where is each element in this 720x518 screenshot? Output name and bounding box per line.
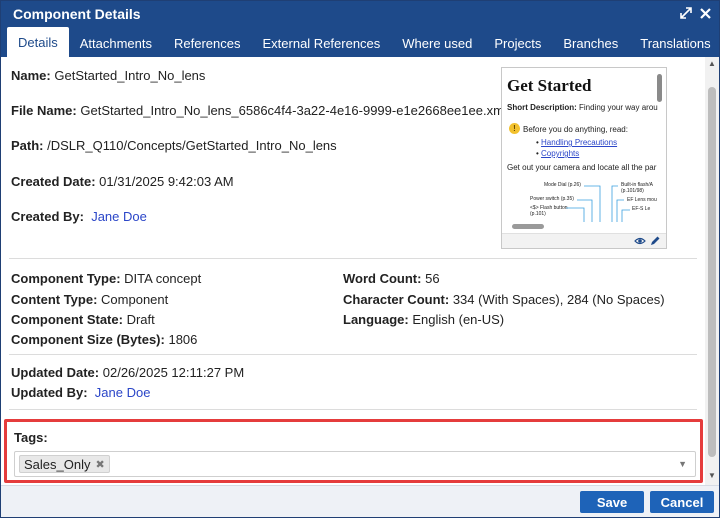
character-count-field: Character Count: 334 (With Spaces), 284 … bbox=[343, 292, 665, 307]
path-value: /DSLR_Q110/Concepts/GetStarted_Intro_No_… bbox=[47, 138, 337, 153]
tab-attachments[interactable]: Attachments bbox=[69, 29, 163, 57]
chevron-down-icon[interactable]: ▼ bbox=[678, 459, 687, 469]
file-name-label: File Name: bbox=[11, 103, 77, 118]
language-label: Language: bbox=[343, 312, 409, 327]
path-field: Path: /DSLR_Q110/Concepts/GetStarted_Int… bbox=[11, 138, 337, 153]
preview-body-text: Get out your camera and locate all the p… bbox=[507, 163, 657, 172]
preview-toolbar bbox=[502, 233, 666, 248]
word-count-label: Word Count: bbox=[343, 271, 422, 286]
preview-link-item: • Handling Precautions bbox=[536, 138, 618, 147]
created-date-label: Created Date: bbox=[11, 174, 96, 189]
tab-where-used[interactable]: Where used bbox=[391, 29, 483, 57]
component-type-field: Component Type: DITA concept bbox=[11, 271, 201, 286]
content-type-label: Content Type: bbox=[11, 292, 98, 307]
preview-title: Get Started bbox=[507, 76, 592, 95]
scroll-up-icon[interactable]: ▲ bbox=[708, 59, 716, 68]
tab-external-references[interactable]: External References bbox=[252, 29, 392, 57]
divider bbox=[9, 409, 697, 410]
file-name-value: GetStarted_Intro_No_lens_6586c4f4-3a22-4… bbox=[80, 103, 507, 118]
updated-by-field: Updated By: Jane Doe bbox=[11, 385, 150, 400]
preview-link-item: • Copyrights bbox=[536, 149, 580, 158]
title-bar: Component Details bbox=[1, 1, 719, 27]
remove-tag-icon[interactable]: ✖ bbox=[95, 458, 104, 471]
preview-link-handling-precautions[interactable]: Handling Precautions bbox=[541, 138, 617, 147]
updated-date-field: Updated Date: 02/26/2025 12:11:27 PM bbox=[11, 365, 244, 380]
updated-by-label: Updated By: bbox=[11, 385, 88, 400]
component-size-value: 1806 bbox=[168, 332, 198, 347]
component-size-label: Component Size (Bytes): bbox=[11, 332, 165, 347]
pencil-icon[interactable] bbox=[649, 235, 661, 248]
tab-translations[interactable]: Translations bbox=[629, 29, 720, 57]
window-controls bbox=[680, 7, 711, 21]
language-field: Language: English (en-US) bbox=[343, 312, 504, 327]
name-field: Name: GetStarted_Intro_No_lens bbox=[11, 68, 205, 83]
cancel-button[interactable]: Cancel bbox=[650, 491, 714, 513]
component-preview: Get Started Short Description: Finding y… bbox=[501, 67, 667, 249]
updated-date-label: Updated Date: bbox=[11, 365, 100, 380]
created-by-user-link[interactable]: Jane Doe bbox=[91, 209, 147, 224]
word-count-value: 56 bbox=[425, 271, 440, 286]
created-by-field: Created By: Jane Doe bbox=[11, 209, 147, 224]
word-count-field: Word Count: 56 bbox=[343, 271, 440, 286]
component-details-dialog: Component Details Details Attachments Re… bbox=[0, 0, 720, 518]
name-value: GetStarted_Intro_No_lens bbox=[54, 68, 206, 83]
details-panel: Name: GetStarted_Intro_No_lens File Name… bbox=[1, 57, 705, 485]
tags-section: Tags: Sales_Only ✖ ▼ bbox=[4, 419, 703, 483]
tag-chip-label: Sales_Only bbox=[24, 456, 91, 472]
tag-chip: Sales_Only ✖ bbox=[19, 455, 110, 473]
tab-bar: Details Attachments References External … bbox=[1, 27, 719, 57]
component-state-field: Component State: Draft bbox=[11, 312, 155, 327]
component-state-value: Draft bbox=[126, 312, 155, 327]
created-date-value: 01/31/2025 9:42:03 AM bbox=[99, 174, 234, 189]
language-value: English (en-US) bbox=[412, 312, 505, 327]
preview-horizontal-scrollbar[interactable] bbox=[512, 224, 544, 229]
divider bbox=[9, 354, 697, 355]
preview-vertical-scrollbar[interactable] bbox=[657, 74, 662, 102]
scrollbar-thumb[interactable] bbox=[708, 87, 716, 457]
scroll-down-icon[interactable]: ▼ bbox=[708, 471, 716, 480]
tab-references[interactable]: References bbox=[163, 29, 251, 57]
updated-date-value: 02/26/2025 12:11:27 PM bbox=[102, 365, 245, 380]
save-button[interactable]: Save bbox=[580, 491, 644, 513]
dialog-footer: Save Cancel bbox=[1, 485, 719, 517]
path-label: Path: bbox=[11, 138, 44, 153]
component-state-label: Component State: bbox=[11, 312, 123, 327]
close-icon[interactable] bbox=[700, 7, 711, 21]
name-label: Name: bbox=[11, 68, 51, 83]
tags-label: Tags: bbox=[14, 430, 48, 445]
preview-note-text: Before you do anything, read: bbox=[523, 125, 628, 134]
expand-icon[interactable] bbox=[680, 7, 692, 21]
content-type-value: Component bbox=[101, 292, 169, 307]
diagram-leader-lines bbox=[566, 185, 630, 222]
tab-projects[interactable]: Projects bbox=[483, 29, 552, 57]
divider bbox=[9, 258, 697, 259]
dialog-scrollbar[interactable]: ▲ ▼ bbox=[705, 57, 719, 485]
preview-link-copyrights[interactable]: Copyrights bbox=[541, 149, 579, 158]
component-type-value: DITA concept bbox=[124, 271, 202, 286]
eye-icon[interactable] bbox=[634, 235, 646, 248]
preview-short-desc-text: Finding your way arou bbox=[579, 103, 658, 112]
component-type-label: Component Type: bbox=[11, 271, 121, 286]
component-size-field: Component Size (Bytes): 1806 bbox=[11, 332, 197, 347]
character-count-value: 334 (With Spaces), 284 (No Spaces) bbox=[452, 292, 665, 307]
created-date-field: Created Date: 01/31/2025 9:42:03 AM bbox=[11, 174, 234, 189]
content-type-field: Content Type: Component bbox=[11, 292, 168, 307]
file-name-field: File Name: GetStarted_Intro_No_lens_6586… bbox=[11, 103, 507, 118]
created-by-label: Created By: bbox=[11, 209, 84, 224]
tab-details[interactable]: Details bbox=[7, 27, 69, 57]
info-icon: ! bbox=[509, 123, 520, 134]
character-count-label: Character Count: bbox=[343, 292, 450, 307]
tab-branches[interactable]: Branches bbox=[552, 29, 629, 57]
preview-short-desc-label: Short Description: bbox=[507, 103, 577, 112]
updated-by-user-link[interactable]: Jane Doe bbox=[95, 385, 151, 400]
tags-input[interactable]: Sales_Only ✖ ▼ bbox=[14, 451, 696, 477]
dialog-title: Component Details bbox=[13, 6, 141, 22]
preview-short-description: Short Description: Finding your way arou bbox=[507, 103, 658, 112]
